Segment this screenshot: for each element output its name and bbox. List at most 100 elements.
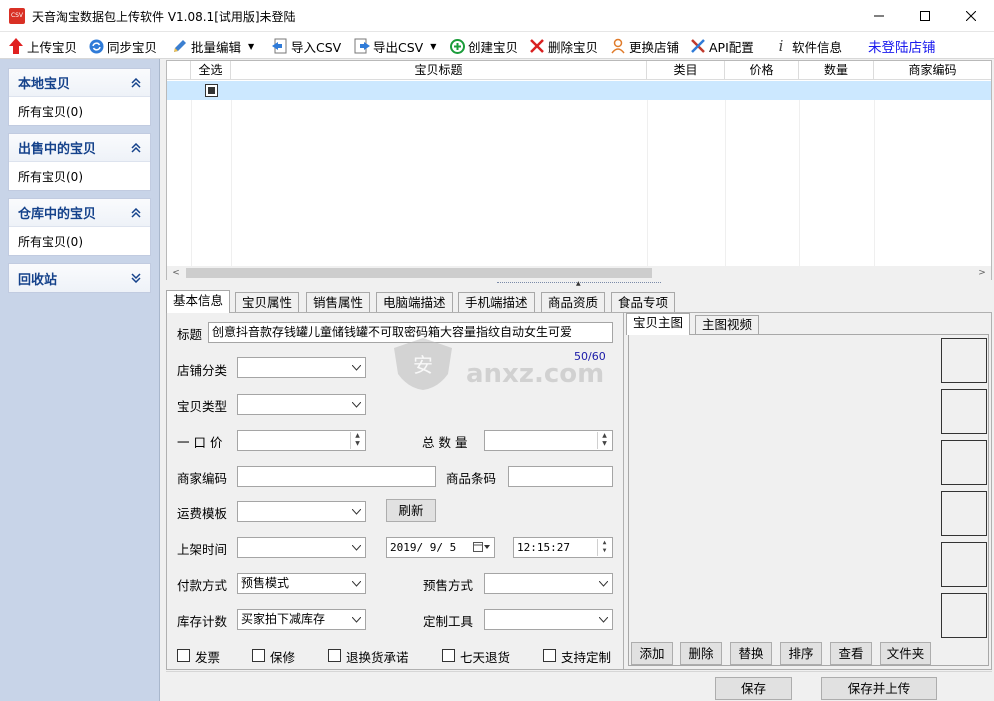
seven-day-return-checkbox[interactable] — [442, 649, 455, 662]
minimize-button[interactable] — [856, 0, 902, 32]
export-csv-button[interactable]: 导出CSV ▼ — [354, 36, 436, 56]
payment-method-value: 预售模式 — [241, 576, 290, 590]
scroll-left-icon[interactable]: < — [169, 266, 183, 280]
chevron-up-icon[interactable] — [128, 140, 144, 156]
tab-main-images[interactable]: 宝贝主图 — [626, 313, 691, 335]
column-header-merchant-code[interactable]: 商家编码 — [874, 61, 991, 80]
merchant-code-input[interactable] — [237, 466, 436, 487]
image-slot[interactable] — [941, 389, 987, 434]
login-status[interactable]: 未登陆店铺 — [868, 36, 936, 56]
table-row[interactable] — [167, 81, 991, 100]
toolbar: 上传宝贝 同步宝贝 批量编辑 ▼ 导入CSV 导出CSV ▼ 创建宝贝 删除宝贝… — [0, 32, 994, 59]
software-info-button[interactable]: i 软件信息 — [773, 36, 842, 56]
panel-header[interactable]: 本地宝贝 — [9, 69, 150, 97]
shield-logo-icon: 安 — [394, 338, 452, 390]
scroll-right-icon[interactable]: > — [975, 266, 989, 280]
panel-header[interactable]: 仓库中的宝贝 — [9, 199, 150, 227]
chevron-down-icon — [351, 362, 362, 373]
switch-shop-label: 更换店铺 — [629, 39, 680, 55]
sidebar-item-all[interactable]: 所有宝贝(0) — [9, 162, 150, 190]
switch-shop-button[interactable]: 更换店铺 — [610, 36, 679, 56]
custom-tool-select[interactable] — [484, 609, 613, 630]
tab-mobile-description[interactable]: 手机端描述 — [458, 292, 535, 312]
image-slot[interactable] — [941, 440, 987, 485]
column-divider — [231, 100, 232, 266]
add-image-button[interactable]: 添加 — [631, 642, 673, 665]
price-spinner[interactable]: ▲ ▼ — [350, 432, 364, 449]
shipping-template-select[interactable] — [237, 501, 366, 522]
chevron-down-icon[interactable] — [128, 270, 144, 286]
listing-time-input[interactable]: 12:15:27 ▲ ▼ — [513, 537, 613, 558]
item-type-select[interactable] — [237, 394, 366, 415]
open-folder-button[interactable]: 文件夹 — [880, 642, 931, 665]
close-button[interactable] — [948, 0, 994, 32]
presale-method-label: 预售方式 — [423, 578, 474, 593]
return-promise-label: 退换货承诺 — [346, 650, 409, 665]
import-csv-label: 导入CSV — [291, 39, 342, 55]
sort-images-button[interactable]: 排序 — [780, 642, 822, 665]
column-header-select-all[interactable]: 全选 — [191, 61, 231, 80]
panel-header[interactable]: 回收站 — [9, 264, 150, 292]
tab-qualifications[interactable]: 商品资质 — [541, 292, 606, 312]
api-config-label: API配置 — [709, 39, 754, 55]
return-promise-checkbox[interactable] — [328, 649, 341, 662]
barcode-input[interactable] — [508, 466, 613, 487]
total-quantity-input[interactable]: ▲ ▼ — [484, 430, 613, 451]
stock-count-select[interactable]: 买家拍下减库存 — [237, 609, 366, 630]
sidebar-item-all[interactable]: 所有宝贝(0) — [9, 227, 150, 255]
scrollbar-thumb[interactable] — [186, 268, 652, 278]
tab-basic-info[interactable]: 基本信息 — [166, 290, 231, 313]
column-header-category[interactable]: 类目 — [647, 61, 725, 80]
tab-food[interactable]: 食品专项 — [611, 292, 676, 312]
batch-edit-button[interactable]: 批量编辑 ▼ — [172, 36, 254, 56]
support-custom-checkbox[interactable] — [543, 649, 556, 662]
save-upload-button[interactable]: 保存并上传 — [821, 677, 937, 700]
tab-pc-description[interactable]: 电脑端描述 — [376, 292, 453, 312]
create-button[interactable]: 创建宝贝 — [449, 36, 518, 56]
sync-button[interactable]: 同步宝贝 — [88, 36, 157, 56]
chevron-down-icon — [351, 399, 362, 410]
presale-method-select[interactable] — [484, 573, 613, 594]
column-header-quantity[interactable]: 数量 — [799, 61, 874, 80]
payment-method-select[interactable]: 预售模式 — [237, 573, 366, 594]
save-button[interactable]: 保存 — [715, 677, 792, 700]
chevron-up-icon[interactable] — [128, 205, 144, 221]
tab-main-video[interactable]: 主图视频 — [695, 315, 760, 335]
sidebar-item-all[interactable]: 所有宝贝(0) — [9, 97, 150, 125]
time-spinner[interactable]: ▲ ▼ — [597, 539, 611, 556]
delete-button[interactable]: 删除宝贝 — [529, 36, 598, 56]
invoice-checkbox[interactable] — [177, 649, 190, 662]
tab-sales-attributes[interactable]: 销售属性 — [306, 292, 371, 312]
quantity-spinner[interactable]: ▲ ▼ — [597, 432, 611, 449]
calendar-icon[interactable] — [472, 541, 492, 552]
local-items-panel: 本地宝贝 所有宝贝(0) — [8, 68, 151, 126]
tab-item-attributes[interactable]: 宝贝属性 — [235, 292, 300, 312]
listing-time-select[interactable] — [237, 537, 366, 558]
maximize-button[interactable] — [902, 0, 948, 32]
image-slot[interactable] — [941, 338, 987, 383]
row-checkbox[interactable] — [205, 84, 218, 97]
refresh-button[interactable]: 刷新 — [386, 499, 436, 522]
api-config-button[interactable]: API配置 — [690, 36, 754, 56]
column-header-title[interactable]: 宝贝标题 — [231, 61, 647, 80]
view-image-button[interactable]: 查看 — [830, 642, 872, 665]
column-header-price[interactable]: 价格 — [725, 61, 799, 80]
replace-image-button[interactable]: 替换 — [730, 642, 772, 665]
panel-header[interactable]: 出售中的宝贝 — [9, 134, 150, 162]
panel-title: 出售中的宝贝 — [18, 142, 97, 157]
dropdown-arrow-icon: ▼ — [430, 41, 437, 51]
upload-button[interactable]: 上传宝贝 — [8, 36, 77, 56]
image-slot[interactable] — [941, 593, 987, 638]
arrow-up-icon — [8, 38, 24, 54]
shop-category-select[interactable] — [237, 357, 366, 378]
splitter-arrow-icon[interactable]: ▲ — [576, 280, 581, 287]
chevron-up-icon[interactable] — [128, 75, 144, 91]
price-input[interactable]: ▲ ▼ — [237, 430, 366, 451]
import-csv-button[interactable]: 导入CSV — [272, 36, 341, 56]
image-slot[interactable] — [941, 542, 987, 587]
image-slot[interactable] — [941, 491, 987, 536]
listing-date-picker[interactable]: 2019/ 9/ 5 — [386, 537, 495, 558]
warranty-checkbox[interactable] — [252, 649, 265, 662]
horizontal-scrollbar[interactable]: < > — [167, 266, 991, 280]
delete-image-button[interactable]: 删除 — [680, 642, 722, 665]
